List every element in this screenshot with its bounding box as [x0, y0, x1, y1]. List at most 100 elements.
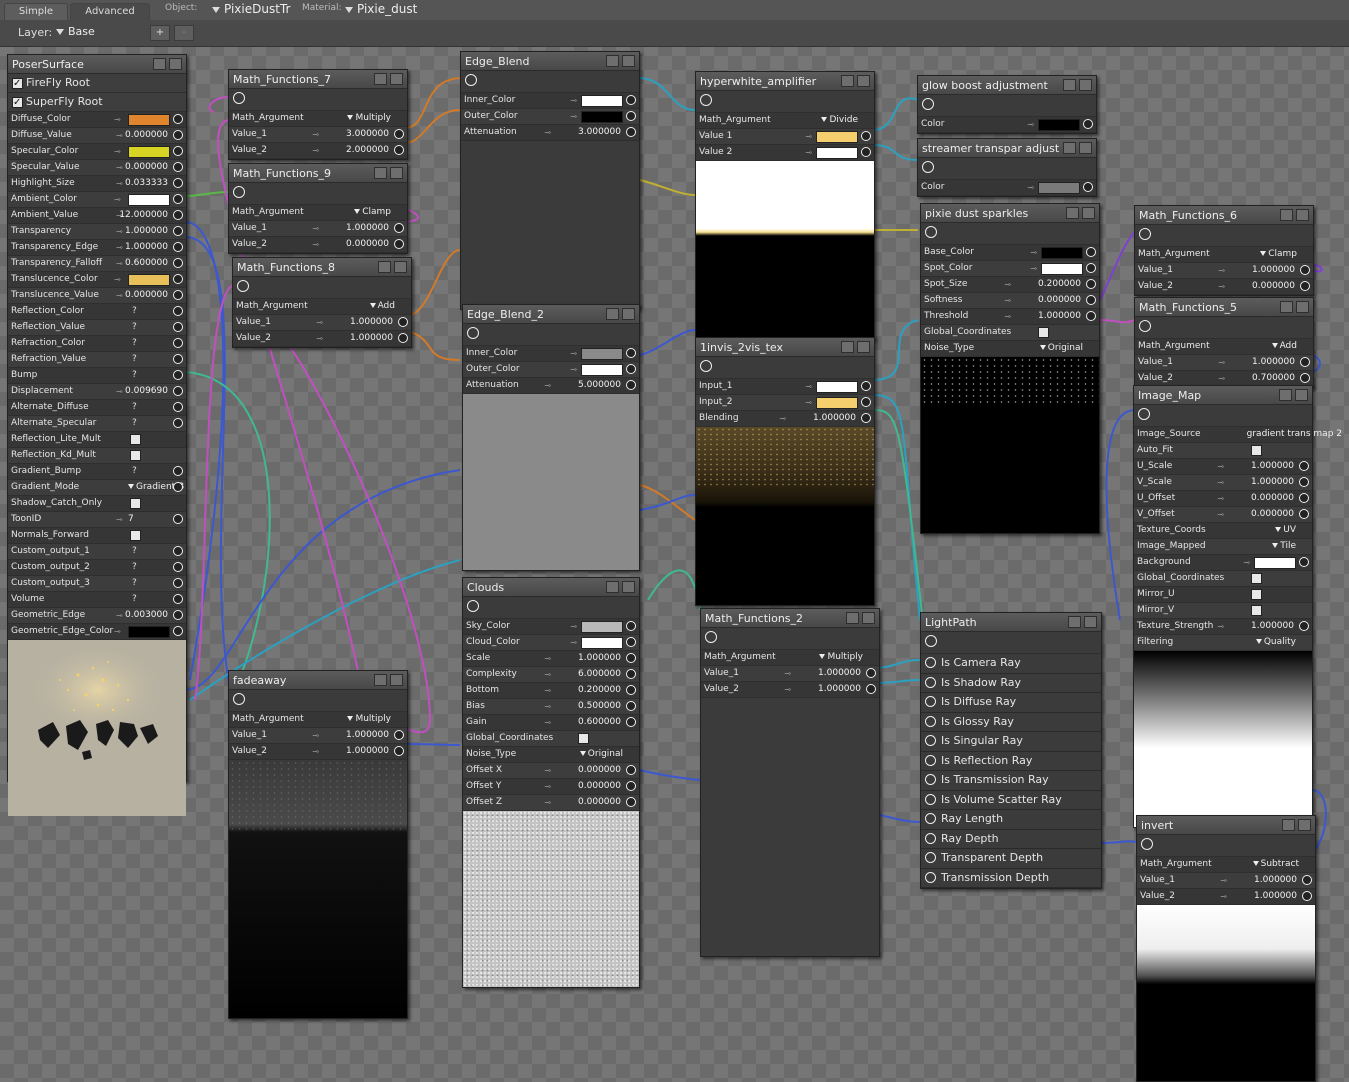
param-blending[interactable]: Blending ⊸ 1.000000	[696, 411, 874, 427]
input-port-icon[interactable]	[1299, 621, 1309, 631]
key-icon[interactable]: ⊸	[784, 666, 791, 681]
menu-icon[interactable]	[1280, 301, 1293, 313]
input-port-icon[interactable]	[626, 781, 636, 791]
node-math-functions-9[interactable]: Math_Functions_9 Math_Argument Clamp Value_…	[228, 163, 408, 254]
key-icon[interactable]: ⊸	[570, 346, 577, 361]
output-is-singular-ray[interactable]: Is Singular Ray	[921, 732, 1101, 752]
param-value[interactable]: 1.000000	[350, 315, 393, 330]
param-value[interactable]: 1.000000	[1251, 459, 1294, 474]
key-icon[interactable]: ⊸	[1218, 355, 1225, 370]
color-swatch[interactable]	[581, 364, 623, 376]
key-icon[interactable]: ⊸	[779, 411, 786, 426]
param-attenuation[interactable]: Attenuation ⊸ 3.000000	[461, 125, 639, 141]
input-port-icon[interactable]	[398, 333, 408, 343]
key-icon[interactable]: ⊸	[114, 112, 121, 127]
param-custom-output-3[interactable]: Custom_output_3?	[8, 576, 186, 592]
param-global-coordinates[interactable]: Global_Coordinates	[463, 731, 639, 747]
key-icon[interactable]: ⊸	[544, 779, 551, 794]
param-global-coordinates[interactable]: Global_Coordinates	[921, 325, 1099, 341]
key-icon[interactable]: ⊸	[114, 144, 121, 159]
node-header[interactable]: Edge_Blend	[461, 52, 639, 71]
param-value[interactable]: 1.000000	[125, 224, 168, 239]
output-port-icon[interactable]	[925, 676, 936, 688]
node-header[interactable]: Math_Functions_2	[701, 609, 879, 628]
param-value[interactable]: 1.000000	[1251, 475, 1294, 490]
param-color[interactable]: Color ⊸	[918, 117, 1096, 133]
input-port-icon[interactable]	[173, 386, 183, 396]
input-port-icon[interactable]	[626, 127, 636, 137]
preview-icon[interactable]	[1082, 207, 1095, 219]
checkbox[interactable]	[130, 530, 141, 541]
param-gradient-bump[interactable]: Gradient_Bump?	[8, 464, 186, 480]
key-icon[interactable]: ⊸	[1217, 459, 1224, 474]
param-value[interactable]: 0.000000	[125, 288, 168, 303]
param-value[interactable]: 1.000000	[1254, 889, 1297, 904]
input-port-icon[interactable]	[394, 239, 404, 249]
input-port-icon[interactable]	[173, 482, 183, 492]
input-port-icon[interactable]	[1300, 373, 1310, 383]
param-sky-color[interactable]: Sky_Color ⊸	[463, 619, 639, 635]
param-value[interactable]: gradient trans map 2	[1247, 427, 1342, 442]
input-port-icon[interactable]	[1299, 461, 1309, 471]
param-value[interactable]: 3.000000	[346, 127, 389, 142]
param-value[interactable]: 1.000000	[125, 240, 168, 255]
dropdown[interactable]: Clamp	[354, 205, 391, 220]
param-gradient-mode[interactable]: Gradient_Mode Gradient B	[8, 480, 186, 496]
checkbox[interactable]	[578, 733, 589, 744]
output-transparent-depth[interactable]: Transparent Depth	[921, 849, 1101, 869]
input-port-icon[interactable]	[1302, 875, 1312, 885]
key-icon[interactable]: ⊸	[312, 728, 319, 743]
param-spot-size[interactable]: Spot_Size ⊸ 0.200000	[921, 277, 1099, 293]
node-hyperwhite-amplifier[interactable]: hyperwhite_amplifier Math_Argument Divide V…	[695, 71, 875, 340]
param-input-2[interactable]: Input_2 ⊸	[696, 395, 874, 411]
input-port-icon[interactable]	[173, 626, 183, 636]
menu-icon[interactable]	[606, 308, 619, 320]
param-value[interactable]: 6.000000	[578, 667, 621, 682]
param-inner-color[interactable]: Inner_Color ⊸	[463, 346, 639, 362]
key-icon[interactable]: ⊸	[570, 619, 577, 634]
input-port-icon[interactable]	[173, 370, 183, 380]
node-header[interactable]: Clouds	[463, 578, 639, 597]
key-icon[interactable]: ⊸	[1217, 619, 1224, 634]
node-image-map[interactable]: Image_Map Image_Source gradient trans map …	[1133, 385, 1342, 828]
input-port-icon[interactable]	[173, 594, 183, 604]
input-port-icon[interactable]	[626, 669, 636, 679]
preview-icon[interactable]	[1296, 209, 1309, 221]
input-port-icon[interactable]	[173, 114, 183, 124]
key-icon[interactable]: ⊸	[116, 512, 123, 527]
output-port-icon[interactable]	[705, 631, 717, 643]
param-value-1[interactable]: Value_1 ⊸ 1.000000	[229, 728, 407, 744]
key-icon[interactable]: ⊸	[116, 128, 123, 143]
input-port-icon[interactable]	[398, 317, 408, 327]
input-port-icon[interactable]	[173, 290, 183, 300]
layer-select[interactable]: Base	[56, 25, 95, 38]
preview-icon[interactable]	[1079, 79, 1092, 91]
color-swatch[interactable]	[816, 381, 858, 393]
param-mirror-u[interactable]: Mirror_U	[1134, 587, 1312, 603]
input-port-icon[interactable]	[173, 546, 183, 556]
dropdown[interactable]: Add	[370, 299, 395, 314]
param-transparency[interactable]: Transparency ⊸ 1.000000	[8, 224, 186, 240]
param-toonid[interactable]: ToonID ⊸ 7	[8, 512, 186, 528]
input-port-icon[interactable]	[173, 418, 183, 428]
node-header[interactable]: Edge_Blend_2	[463, 305, 639, 324]
output-row[interactable]	[701, 631, 879, 650]
param-ambient-value[interactable]: Ambient_Value ⊸ 12.000000	[8, 208, 186, 224]
param-value[interactable]: 1.000000	[1251, 619, 1294, 634]
preview-icon[interactable]	[390, 73, 403, 85]
param-diffuse-color[interactable]: Diffuse_Color ⊸	[8, 112, 186, 128]
node-math-functions-6[interactable]: Math_Functions_6 Math_Argument Clamp Value_…	[1134, 205, 1314, 296]
output-row[interactable]	[918, 98, 1096, 117]
input-port-icon[interactable]	[1086, 263, 1096, 273]
root-superfly-root[interactable]: SuperFly Root	[8, 93, 186, 112]
output-port-icon[interactable]	[700, 360, 712, 372]
output-row[interactable]	[461, 74, 639, 93]
remove-layer-button[interactable]: -	[174, 25, 194, 41]
output-port-icon[interactable]	[925, 226, 937, 238]
preview-icon[interactable]	[622, 308, 635, 320]
output-row[interactable]	[229, 186, 407, 205]
menu-icon[interactable]	[153, 58, 166, 70]
root-firefly-root[interactable]: FireFly Root	[8, 74, 186, 93]
param-value-2[interactable]: Value_2 ⊸ 1.000000	[229, 744, 407, 760]
input-port-icon[interactable]	[626, 95, 636, 105]
